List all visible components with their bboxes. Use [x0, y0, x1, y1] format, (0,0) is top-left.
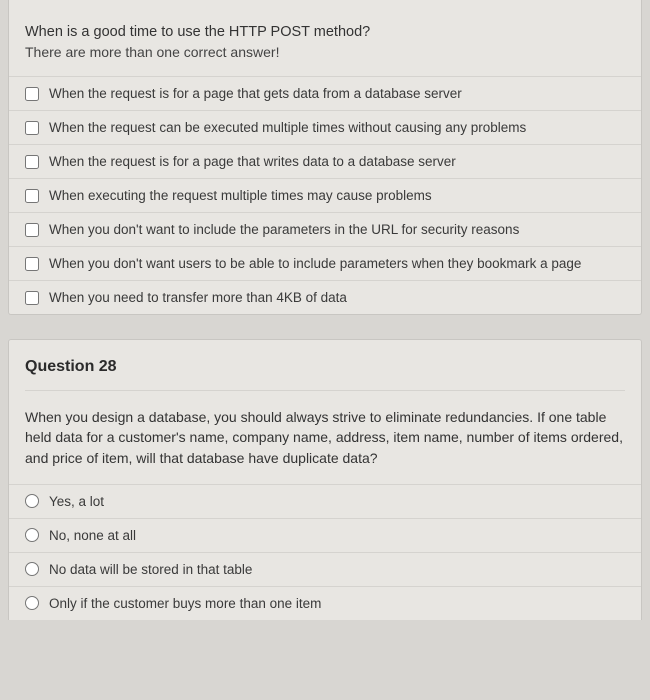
q28-option-label-0: Yes, a lot [49, 494, 104, 509]
q28-radio-1[interactable] [25, 528, 39, 542]
q28-option-1[interactable]: No, none at all [9, 518, 641, 552]
q27-option-label-2: When the request is for a page that writ… [49, 154, 456, 169]
q28-option-label-2: No data will be stored in that table [49, 562, 252, 577]
q27-option-6[interactable]: When you need to transfer more than 4KB … [9, 280, 641, 314]
q27-checkbox-0[interactable] [25, 87, 39, 101]
q27-checkbox-3[interactable] [25, 189, 39, 203]
q27-checkbox-6[interactable] [25, 291, 39, 305]
q27-checkbox-4[interactable] [25, 223, 39, 237]
q28-radio-2[interactable] [25, 562, 39, 576]
q28-radio-3[interactable] [25, 596, 39, 610]
q27-option-label-6: When you need to transfer more than 4KB … [49, 290, 347, 305]
q27-checkbox-1[interactable] [25, 121, 39, 135]
q27-option-label-0: When the request is for a page that gets… [49, 86, 462, 101]
q27-option-label-5: When you don't want users to be able to … [49, 256, 581, 271]
question-27-note: There are more than one correct answer! [25, 44, 625, 60]
q27-option-4[interactable]: When you don't want to include the param… [9, 212, 641, 246]
question-28-options: Yes, a lot No, none at all No data will … [9, 484, 641, 620]
q27-checkbox-2[interactable] [25, 155, 39, 169]
q27-option-5[interactable]: When you don't want users to be able to … [9, 246, 641, 280]
q27-option-0[interactable]: When the request is for a page that gets… [9, 76, 641, 110]
q27-option-label-1: When the request can be executed multipl… [49, 120, 526, 135]
question-28-text: When you design a database, you should a… [25, 407, 625, 468]
q27-option-3[interactable]: When executing the request multiple time… [9, 178, 641, 212]
q28-radio-0[interactable] [25, 494, 39, 508]
question-28-block: Question 28 When you design a database, … [8, 339, 642, 620]
q28-option-label-1: No, none at all [49, 528, 136, 543]
q27-checkbox-5[interactable] [25, 257, 39, 271]
q28-option-0[interactable]: Yes, a lot [9, 484, 641, 518]
q27-option-label-4: When you don't want to include the param… [49, 222, 519, 237]
q28-option-3[interactable]: Only if the customer buys more than one … [9, 586, 641, 620]
question-27-block: When is a good time to use the HTTP POST… [8, 0, 642, 315]
q27-option-label-3: When executing the request multiple time… [49, 188, 432, 203]
question-28-label: Question 28 [25, 354, 625, 391]
q28-option-2[interactable]: No data will be stored in that table [9, 552, 641, 586]
question-27-heading: When is a good time to use the HTTP POST… [25, 24, 625, 40]
q27-option-1[interactable]: When the request can be executed multipl… [9, 110, 641, 144]
question-27-options: When the request is for a page that gets… [9, 76, 641, 314]
q27-option-2[interactable]: When the request is for a page that writ… [9, 144, 641, 178]
q28-option-label-3: Only if the customer buys more than one … [49, 596, 321, 611]
